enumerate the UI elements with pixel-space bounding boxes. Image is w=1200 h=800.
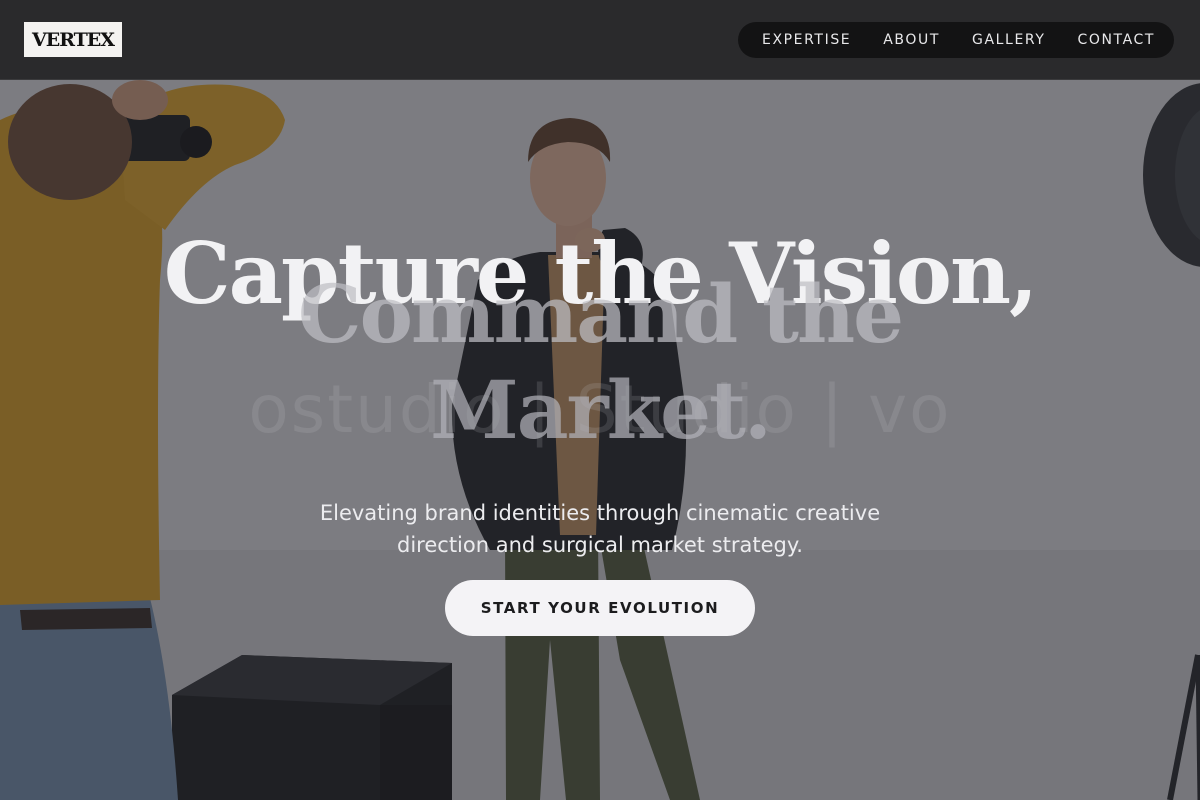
hero-headline-line2: Command the <box>297 267 904 361</box>
main-nav: EXPERTISE ABOUT GALLERY CONTACT <box>738 22 1174 58</box>
hero-subtitle: Elevating brand identities through cinem… <box>319 501 881 557</box>
site-header: VERTEX EXPERTISE ABOUT GALLERY CONTACT <box>0 0 1200 80</box>
nav-item-expertise[interactable]: EXPERTISE <box>762 32 851 48</box>
nav-item-contact[interactable]: CONTACT <box>1077 32 1155 48</box>
nav-item-gallery[interactable]: GALLERY <box>972 32 1045 48</box>
start-evolution-button[interactable]: START YOUR EVOLUTION <box>445 580 755 636</box>
brand-logo[interactable]: VERTEX <box>24 22 122 57</box>
nav-item-about[interactable]: ABOUT <box>883 32 940 48</box>
hero-content: ostudio | Studio | vo Capture the Vision… <box>0 80 1200 800</box>
hero-headline-line3: Market. <box>430 363 772 457</box>
